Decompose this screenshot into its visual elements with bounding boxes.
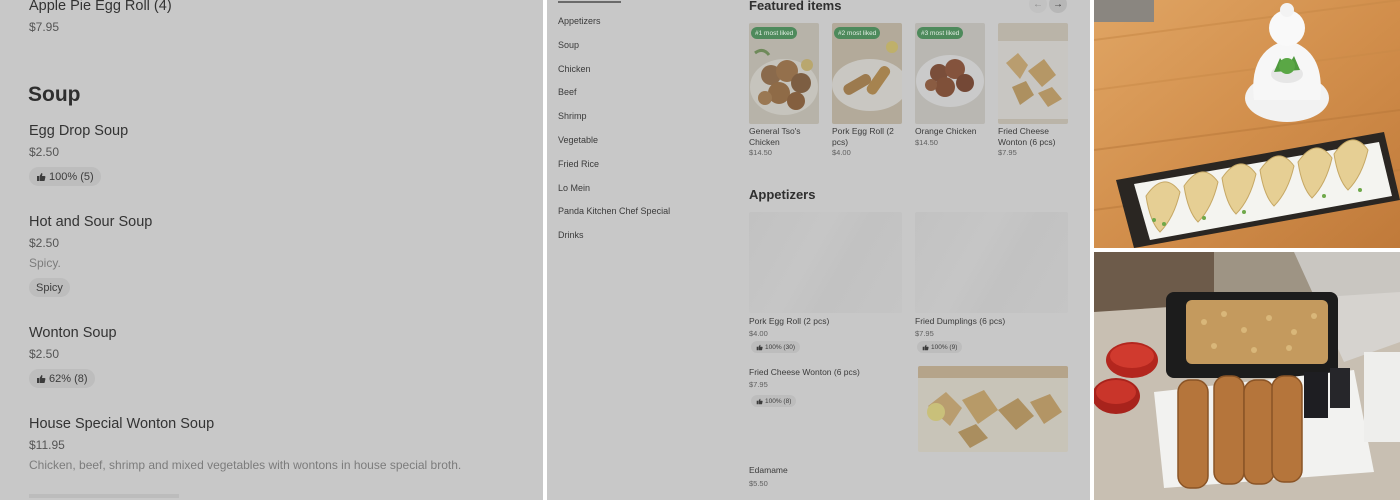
item-price: $2.50 [29, 347, 60, 361]
rating-badge: 100% (30) [751, 341, 800, 353]
appetizer-price: $4.00 [749, 329, 768, 338]
appetizer-price: $5.50 [749, 479, 768, 488]
store-menu-panel: Appetizers Soup Chicken Beef Shrimp Vege… [547, 0, 1090, 500]
carousel-prev-button[interactable]: ← [1029, 0, 1047, 13]
featured-item-price: $14.50 [915, 137, 938, 147]
arrow-right-icon: → [1053, 0, 1063, 10]
nav-item-appetizers[interactable]: Appetizers [558, 16, 601, 26]
nav-item-lo-mein[interactable]: Lo Mein [558, 183, 590, 193]
featured-card[interactable]: #3 most liked Orange Chicken $14.50 [915, 23, 985, 147]
featured-item-name: Pork Egg Roll (2 pcs) [832, 126, 894, 147]
item-name-apple-pie-egg-roll[interactable]: Apple Pie Egg Roll (4) [29, 0, 172, 14]
item-name-house-special-wonton-soup[interactable]: House Special Wonton Soup [29, 416, 214, 432]
carousel-next-button[interactable]: → [1049, 0, 1067, 13]
nav-item-chef-special[interactable]: Panda Kitchen Chef Special [558, 206, 670, 216]
item-description: Spicy. [29, 256, 61, 270]
appetizer-name[interactable]: Edamame [749, 465, 788, 475]
nav-item-fried-rice[interactable]: Fried Rice [558, 159, 599, 169]
featured-item-name: General Tso's Chicken [749, 126, 801, 147]
item-description: Chicken, beef, shrimp and mixed vegetabl… [29, 458, 462, 472]
rating-badge: 100% (5) [29, 167, 101, 186]
food-image-pork-egg-roll: #2 most liked [832, 23, 902, 124]
rating-text: 100% (5) [49, 170, 94, 183]
item-price: $7.95 [29, 20, 60, 34]
featured-item-price: $4.00 [832, 148, 851, 157]
food-image-general-tso: #1 most liked [749, 23, 819, 124]
tag-badge: Spicy [29, 278, 70, 297]
menu-list-panel: Apple Pie Egg Roll (4) $7.95 Soup Egg Dr… [0, 0, 543, 500]
item-name-hot-and-sour-soup[interactable]: Hot and Sour Soup [29, 214, 152, 230]
item-image-placeholder[interactable] [749, 212, 902, 313]
appetizer-name[interactable]: Pork Egg Roll (2 pcs) [749, 316, 829, 326]
nav-item-shrimp[interactable]: Shrimp [558, 111, 587, 121]
appetizer-name[interactable]: Fried Cheese Wonton (6 pcs) [749, 367, 860, 377]
photo-dumplings-plate [1094, 0, 1400, 248]
appetizer-name[interactable]: Fried Dumplings (6 pcs) [915, 316, 1005, 326]
nav-active-indicator [558, 1, 621, 3]
cutoff-text [29, 494, 179, 498]
nav-item-drinks[interactable]: Drinks [558, 230, 584, 240]
thumbs-up-icon [756, 344, 763, 350]
featured-item-name: Fried Cheese Wonton (6 pcs) [998, 126, 1056, 147]
thumbs-up-icon [37, 172, 46, 181]
thumbs-up-icon [756, 398, 763, 404]
featured-item-price: $7.95 [998, 148, 1017, 157]
food-image-cheese-wonton [998, 23, 1068, 124]
rating-text: 62% (8) [49, 372, 88, 385]
food-image-orange-chicken: #3 most liked [915, 23, 985, 124]
featured-item-name: Orange Chicken [915, 126, 977, 136]
rating-text: 100% (8) [765, 397, 792, 405]
item-name-egg-drop-soup[interactable]: Egg Drop Soup [29, 123, 128, 139]
most-liked-badge: #3 most liked [917, 27, 964, 39]
rating-badge: 100% (8) [751, 395, 797, 407]
photo-takeout-order [1094, 252, 1400, 500]
item-price: $11.95 [29, 438, 65, 452]
rating-badge: 100% (9) [917, 341, 963, 353]
nav-item-beef[interactable]: Beef [558, 87, 577, 97]
most-liked-badge: #2 most liked [834, 27, 881, 39]
item-name-wonton-soup[interactable]: Wonton Soup [29, 325, 117, 341]
featured-card[interactable]: Fried Cheese Wonton (6 pcs) $7.95 [998, 23, 1068, 157]
nav-item-soup[interactable]: Soup [558, 40, 579, 50]
rating-text: 100% (30) [765, 343, 795, 351]
rating-badge: 62% (8) [29, 369, 95, 388]
item-image-placeholder[interactable] [915, 212, 1068, 313]
nav-item-chicken[interactable]: Chicken [558, 64, 591, 74]
featured-card[interactable]: #2 most liked Pork Egg Roll (2 pcs) $4.0… [832, 23, 902, 157]
featured-card[interactable]: #1 most liked General Tso's Chicken $14.… [749, 23, 819, 157]
featured-item-price: $14.50 [749, 148, 772, 157]
appetizer-price: $7.95 [915, 329, 934, 338]
thumbs-up-icon [922, 344, 929, 350]
featured-items-title: Featured items [749, 0, 842, 13]
appetizer-price: $7.95 [749, 380, 768, 389]
item-price: $2.50 [29, 236, 60, 250]
arrow-left-icon: ← [1033, 0, 1043, 10]
rating-text: 100% (9) [931, 343, 958, 351]
tag-text: Spicy [36, 281, 63, 294]
most-liked-badge: #1 most liked [751, 27, 798, 39]
nav-item-vegetable[interactable]: Vegetable [558, 135, 598, 145]
appetizers-title: Appetizers [749, 187, 816, 202]
food-image-cheese-wonton[interactable] [918, 366, 1068, 452]
thumbs-up-icon [37, 374, 46, 383]
item-price: $2.50 [29, 145, 60, 159]
section-title-soup: Soup [28, 83, 81, 106]
